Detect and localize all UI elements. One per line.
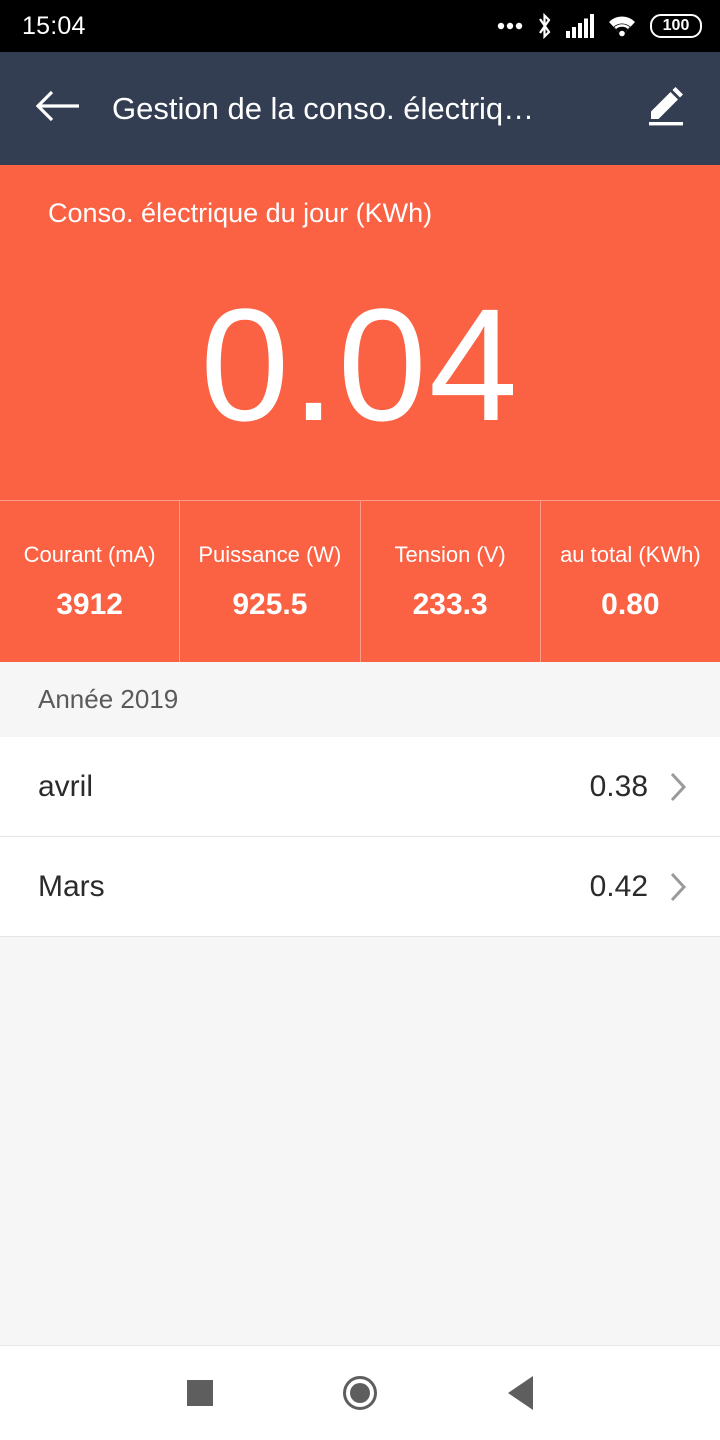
hero-panel: Conso. électrique du jour (KWh) 0.04 [0,165,720,500]
status-bar-icons: 100 [497,12,702,40]
arrow-left-icon [35,89,81,128]
circle-inner [350,1383,370,1403]
monthly-list-section: Année 2019 avril 0.38 Mars 0.42 [0,662,720,1345]
stat-cell-courant: Courant (mA) 3912 [0,501,181,662]
battery-icon: 100 [650,14,702,38]
list-empty-area [0,937,720,1345]
stat-value: 925.5 [232,587,308,621]
bluetooth-icon [536,12,553,40]
square-icon [187,1380,213,1406]
chevron-right-icon [666,870,690,904]
stats-row: Courant (mA) 3912 Puissance (W) 925.5 Te… [0,500,720,662]
chevron-right-icon [666,770,690,804]
stat-value: 233.3 [412,587,488,621]
stat-cell-tension: Tension (V) 233.3 [361,501,541,662]
stat-cell-total: au total (KWh) 0.80 [541,501,720,662]
home-button[interactable] [324,1357,396,1429]
hero-value: 0.04 [200,275,520,454]
android-nav-bar [0,1345,720,1440]
edit-pencil-icon [644,84,688,133]
list-item-value: 0.42 [589,869,648,903]
list-item[interactable]: avril 0.38 [0,737,720,837]
month-list: avril 0.38 Mars 0.42 [0,737,720,937]
stat-label: Tension (V) [394,541,506,567]
circle-icon [343,1376,377,1410]
hero-label: Conso. électrique du jour (KWh) [48,198,433,228]
stat-label: au total (KWh) [560,541,701,567]
back-button[interactable] [30,81,86,137]
list-item-label: avril [38,769,94,803]
section-header-year: Année 2019 [0,662,720,737]
battery-level: 100 [662,17,690,34]
list-item[interactable]: Mars 0.42 [0,837,720,937]
stat-label: Puissance (W) [198,541,342,567]
wifi-icon [607,14,637,38]
list-item-value: 0.38 [589,769,648,803]
edit-button[interactable] [638,81,694,137]
stat-value: 3912 [56,587,123,621]
triangle-left-icon [507,1376,533,1410]
stat-label: Courant (mA) [23,541,156,567]
more-dots-icon [497,22,523,30]
cellular-signal-icon [566,14,594,38]
recents-button[interactable] [164,1357,236,1429]
back-nav-button[interactable] [484,1357,556,1429]
app-bar: Gestion de la conso. électriq… [0,52,720,165]
page-title: Gestion de la conso. électriq… [112,90,535,126]
stat-value: 0.80 [601,587,660,621]
app-root: 15:04 100 Gestion de la conso. électriq…… [0,0,720,1440]
stat-cell-puissance: Puissance (W) 925.5 [180,501,361,662]
status-bar-clock: 15:04 [22,11,86,40]
status-bar: 15:04 100 [0,0,720,52]
list-item-label: Mars [38,869,105,903]
